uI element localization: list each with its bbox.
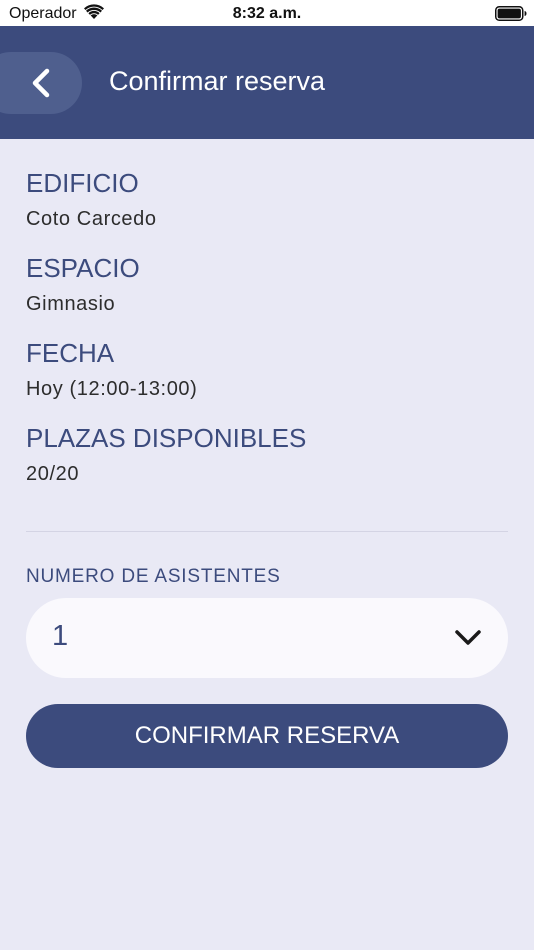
date-label: FECHA <box>26 338 115 368</box>
date-value: Hoy (12:00-13:00) <box>26 378 198 400</box>
attendees-select-value: 1 <box>52 620 69 652</box>
section-divider <box>26 531 508 532</box>
space-label: ESPACIO <box>26 253 140 283</box>
back-button[interactable] <box>0 52 82 114</box>
status-bar: Operador 8:32 a.m. <box>0 0 534 26</box>
seats-label: PLAZAS DISPONIBLES <box>26 423 307 453</box>
attendees-label: NUMERO DE ASISTENTES <box>26 566 281 587</box>
building-value: Coto Carcedo <box>26 208 157 230</box>
confirm-reservation-button[interactable]: CONFIRMAR RESERVA <box>26 704 508 768</box>
page-title: Confirmar reserva <box>109 66 326 96</box>
chevron-down-icon <box>455 630 481 645</box>
seats-value: 20/20 <box>26 463 80 485</box>
building-label: EDIFICIO <box>26 168 139 198</box>
chevron-left-icon <box>32 68 50 98</box>
battery-icon <box>495 6 527 21</box>
status-time: 8:32 a.m. <box>232 5 302 22</box>
app-header: Confirmar reserva <box>0 26 534 139</box>
space-value: Gimnasio <box>26 293 116 315</box>
attendees-select[interactable]: 1 <box>26 598 508 678</box>
